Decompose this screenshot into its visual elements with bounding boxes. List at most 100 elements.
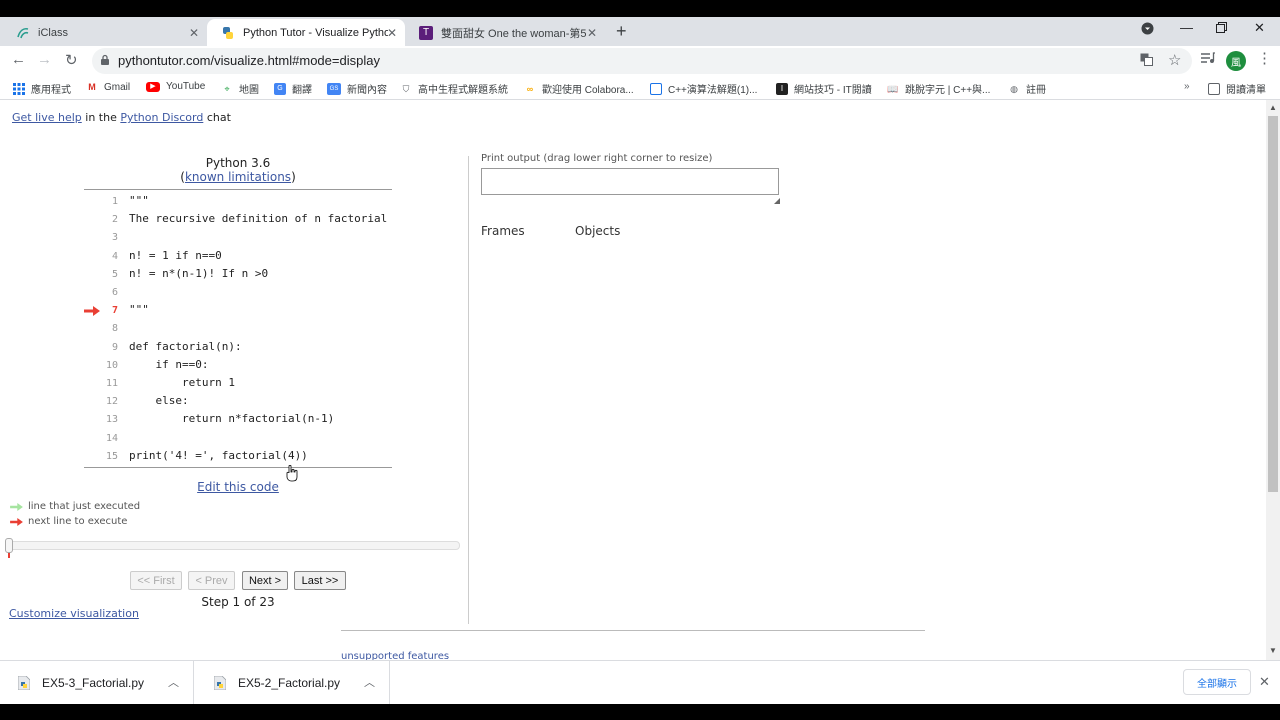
bookmark-it[interactable]: I 網站技巧 - IT閱讀	[776, 81, 872, 96]
line-number[interactable]: 4	[84, 251, 118, 262]
bookmark-gmail[interactable]: M Gmail	[86, 81, 130, 93]
media-icon[interactable]	[1201, 52, 1215, 67]
line-number[interactable]: 13	[84, 414, 118, 425]
menu-icon[interactable]: ⋮	[1257, 49, 1272, 67]
edit-code-link[interactable]: Edit this code	[197, 480, 279, 494]
slider-handle[interactable]	[5, 538, 13, 553]
line-number[interactable]: 14	[84, 433, 118, 444]
chevron-up-icon[interactable]: ︿	[168, 674, 179, 690]
tab-python-tutor[interactable]: Python Tutor - Visualize Python ✕	[207, 19, 405, 46]
bookmark-label: 高中生程式解題系統	[418, 85, 508, 96]
bookmark-youtube[interactable]: ▶ YouTube	[146, 81, 205, 92]
chevron-up-icon[interactable]: ︿	[364, 674, 375, 690]
known-limitations-link[interactable]: known limitations	[185, 170, 291, 184]
tab-drama[interactable]: T 雙面甜女 One the woman-第5集 ✕	[405, 19, 605, 46]
bookmark-label: 註冊	[1026, 85, 1046, 96]
more-bookmarks-icon[interactable]: »	[1184, 81, 1190, 92]
code-line: 12 else:	[84, 393, 394, 411]
code-line: 15 print('4! =', factorial(4))	[84, 448, 394, 466]
new-tab-icon[interactable]: +	[616, 21, 627, 42]
horizontal-rule	[341, 630, 925, 631]
address-bar[interactable]: pythontutor.com/visualize.html#mode=disp…	[92, 48, 1192, 74]
python-file-icon	[214, 675, 226, 690]
line-number[interactable]: 10	[84, 360, 118, 371]
executed-arrow-icon	[10, 502, 23, 511]
code-text: """	[129, 194, 149, 207]
reading-list[interactable]: 閱讀清單	[1208, 81, 1266, 96]
scrollbar[interactable]: ▲ ▼	[1266, 100, 1280, 660]
close-icon[interactable]: ✕	[387, 26, 397, 40]
bookmark-colab[interactable]: ∞ 歡迎使用 Colabora...	[524, 81, 634, 97]
line-number[interactable]: 5	[84, 269, 118, 280]
customize-link[interactable]: Customize visualization	[9, 607, 139, 620]
bookmark-maps[interactable]: ⌖ 地圖	[221, 81, 259, 97]
reload-icon[interactable]: ↻	[65, 51, 78, 69]
line-number[interactable]: 3	[84, 232, 118, 243]
code-line: 1 """	[84, 193, 394, 211]
line-number[interactable]: 15	[84, 451, 118, 462]
line-number[interactable]: 6	[84, 287, 118, 298]
bookmark-news[interactable]: GS 新聞內容	[327, 81, 387, 96]
close-icon[interactable]: ✕	[587, 26, 597, 40]
bookmark-apps[interactable]: 應用程式	[13, 81, 71, 96]
code-text: if n==0:	[129, 357, 209, 371]
line-number[interactable]: 11	[84, 378, 118, 389]
bookmark-register[interactable]: ◍ 註冊	[1008, 81, 1046, 97]
line-number[interactable]: 8	[84, 323, 118, 334]
shield-icon: ⛉	[402, 83, 410, 94]
scroll-down-icon[interactable]: ▼	[1269, 646, 1277, 655]
star-icon[interactable]: ☆	[1168, 51, 1181, 69]
avatar[interactable]: 風	[1226, 51, 1246, 71]
tab-search-icon[interactable]	[1141, 22, 1154, 38]
url-text: pythontutor.com/visualize.html#mode=disp…	[118, 53, 380, 68]
frames-heading: Frames	[481, 224, 525, 238]
tab-title: 雙面甜女 One the woman-第5集	[441, 27, 586, 40]
last-button[interactable]: Last >>	[294, 571, 346, 590]
colab-icon: ∞	[526, 83, 534, 94]
forward-icon[interactable]: →	[37, 51, 52, 68]
download-filename: EX5-2_Factorial.py	[238, 675, 341, 690]
edit-code-link-wrap: Edit this code	[84, 480, 392, 494]
line-number[interactable]: 1	[84, 196, 118, 207]
code-text: else:	[129, 394, 189, 408]
code-line: 4 n! = 1 if n==0	[84, 248, 394, 266]
discord-link[interactable]: Python Discord	[120, 111, 203, 124]
download-shelf: EX5-3_Factorial.py ︿ EX5-2_Factorial.py …	[0, 660, 1280, 704]
unsupported-features-link[interactable]: unsupported features	[341, 651, 449, 660]
bookmark-judge[interactable]: ⛉ 高中生程式解題系統	[400, 81, 508, 97]
download-item[interactable]: EX5-2_Factorial.py ︿	[196, 661, 390, 704]
line-number[interactable]: 2	[84, 214, 118, 225]
apps-grid-icon	[13, 82, 25, 95]
close-window-icon[interactable]: ✕	[1254, 20, 1265, 36]
bookmark-label: 跳脫字元 | C++與...	[905, 85, 991, 96]
close-icon[interactable]: ✕	[189, 26, 199, 40]
bookmark-escape[interactable]: 📖 跳脫字元 | C++與...	[887, 81, 991, 97]
line-number[interactable]: 12	[84, 396, 118, 407]
download-item[interactable]: EX5-3_Factorial.py ︿	[0, 661, 194, 704]
gmail-icon: M	[88, 82, 96, 92]
print-output-box[interactable]	[481, 168, 779, 195]
scrollbar-thumb[interactable]	[1268, 116, 1278, 492]
show-all-button[interactable]: 全部顯示	[1183, 669, 1251, 695]
restore-icon[interactable]	[1216, 21, 1227, 36]
next-button[interactable]: Next >	[242, 571, 288, 590]
prev-button[interactable]: < Prev	[188, 571, 235, 590]
minimize-icon[interactable]: —	[1180, 20, 1193, 35]
step-slider[interactable]	[9, 541, 460, 550]
scroll-up-icon[interactable]: ▲	[1269, 103, 1277, 112]
bookmark-cpp[interactable]: C++演算法解題(1)...	[650, 81, 757, 96]
bookmark-translate[interactable]: G 翻譯	[274, 81, 312, 96]
bookmark-label: 新聞內容	[347, 85, 387, 96]
code-text: n! = n*(n-1)! If n >0	[129, 266, 269, 280]
code-line: 7 """	[84, 302, 394, 320]
iclass-icon	[16, 26, 30, 40]
next-line-arrow-icon	[84, 306, 100, 316]
translate-icon[interactable]	[1140, 53, 1153, 69]
first-button[interactable]: << First	[130, 571, 182, 590]
line-number[interactable]: 9	[84, 342, 118, 353]
back-icon[interactable]: ←	[11, 51, 26, 68]
tab-iclass[interactable]: iClass ✕	[2, 19, 207, 46]
close-icon[interactable]: ✕	[1259, 674, 1270, 690]
resize-handle-icon[interactable]	[774, 198, 780, 204]
live-help-link[interactable]: Get live help	[12, 111, 82, 124]
